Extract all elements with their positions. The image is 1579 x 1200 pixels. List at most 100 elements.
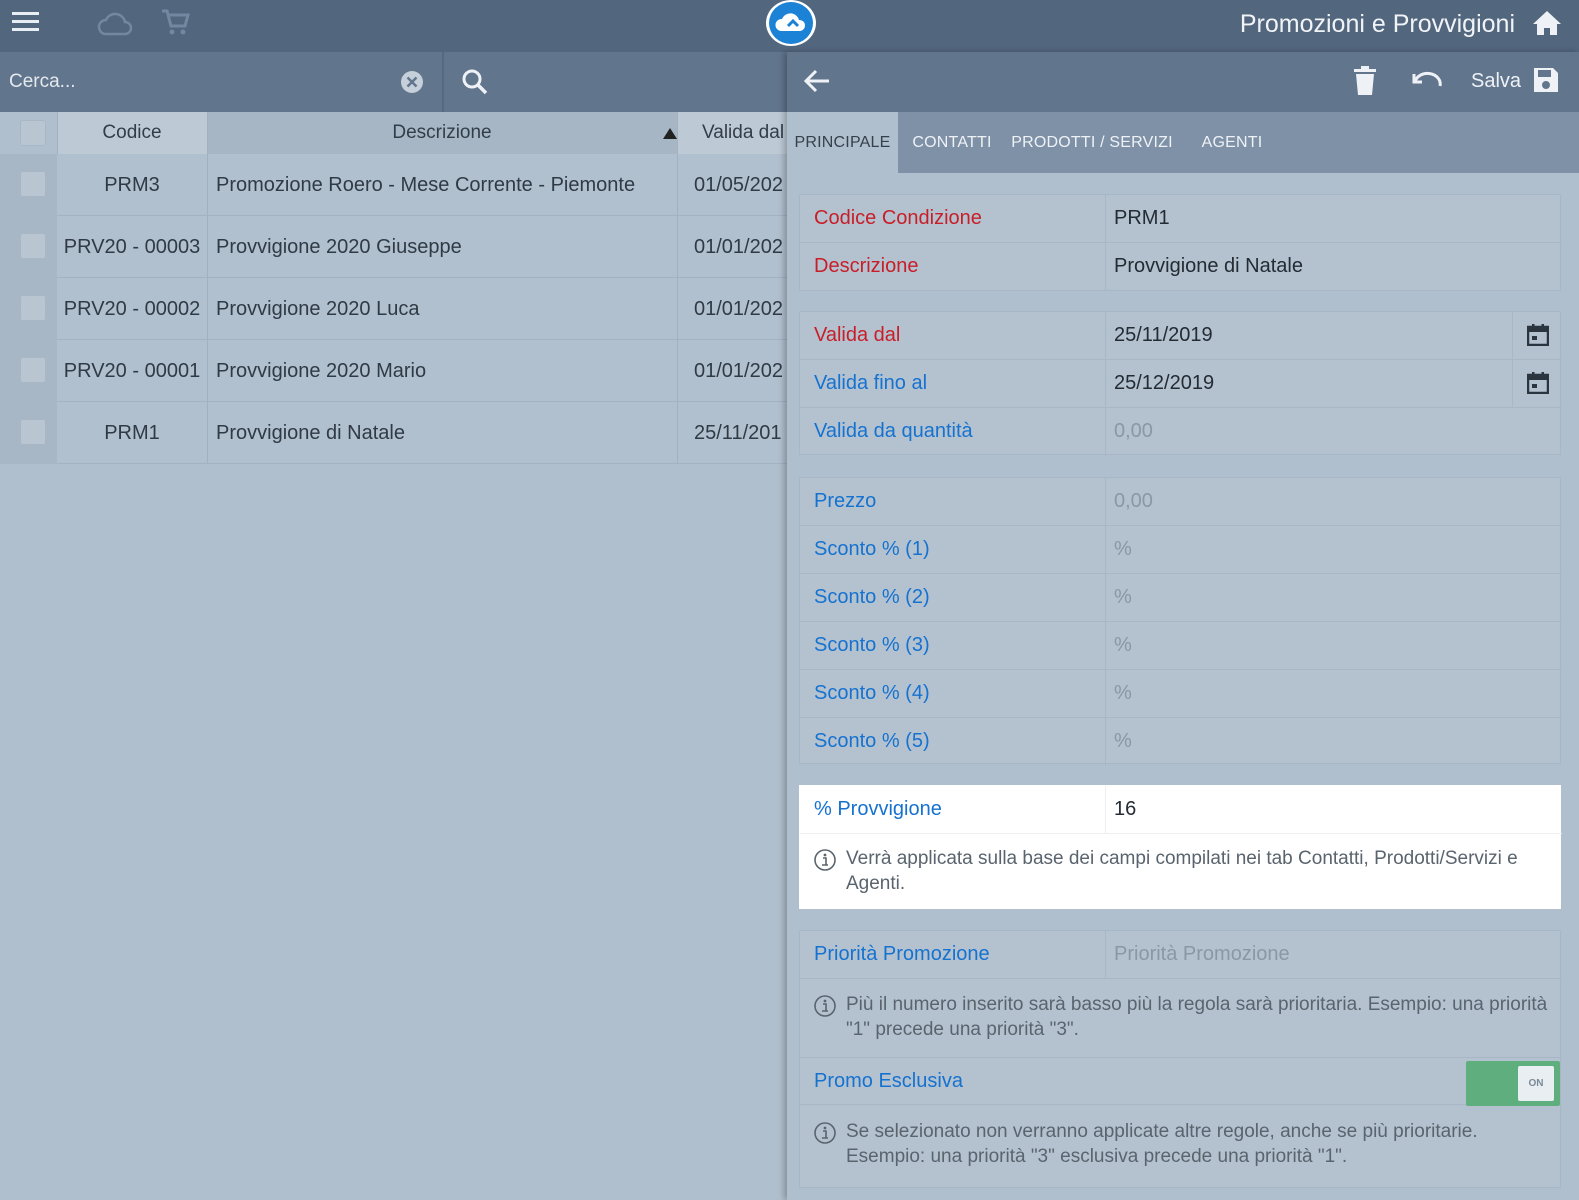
row-checkbox[interactable] <box>20 233 46 259</box>
field-valida-dal[interactable]: Valida dal 25/11/2019 <box>800 312 1562 360</box>
field-priorita-promozione[interactable]: Priorità Promozione Priorità Promozione <box>800 931 1562 979</box>
tab-principale[interactable]: PRINCIPALE <box>787 112 898 173</box>
row-checkbox[interactable] <box>20 419 46 445</box>
undo-icon[interactable] <box>1411 70 1443 97</box>
field-sconto-2[interactable]: Sconto % (2) % <box>800 574 1562 622</box>
row-checkbox[interactable] <box>20 171 46 197</box>
promo-esclusiva-toggle[interactable]: ON <box>1466 1061 1560 1106</box>
field-placeholder[interactable]: % <box>1114 718 1132 764</box>
list-panel: Codice Descrizione Valida dal PRM3 Promo… <box>0 52 791 1200</box>
tab-contatti[interactable]: CONTATTI <box>898 112 1006 173</box>
back-arrow-icon[interactable] <box>803 68 831 99</box>
row-description: Provvigione 2020 Luca <box>216 298 420 320</box>
menu-icon[interactable] <box>12 10 39 39</box>
row-checkbox[interactable] <box>20 357 46 383</box>
cart-icon[interactable] <box>160 8 190 41</box>
row-valid-from: 25/11/201 <box>694 422 782 444</box>
field-sconto-4[interactable]: Sconto % (4) % <box>800 670 1562 718</box>
search-bar <box>0 52 791 112</box>
trash-icon[interactable] <box>1353 66 1377 101</box>
field-sconto-5[interactable]: Sconto % (5) % <box>800 718 1562 766</box>
calendar-icon[interactable] <box>1512 312 1562 359</box>
row-valid-from: 01/05/202 <box>694 174 783 196</box>
table-row[interactable]: PRV20 - 00002 Provvigione 2020 Luca 01/0… <box>0 278 791 340</box>
field-placeholder[interactable]: 0,00 <box>1114 408 1153 454</box>
field-value[interactable]: 16 <box>1114 786 1136 832</box>
field-value[interactable]: 25/12/2019 <box>1114 360 1214 406</box>
info-icon <box>814 995 836 1024</box>
table-header: Codice Descrizione Valida dal <box>0 112 791 154</box>
search-divider <box>442 52 444 112</box>
row-valid-from: 01/01/202 <box>694 298 783 320</box>
detail-panel: Salva PRINCIPALE CONTATTI PRODOTTI / SER… <box>787 52 1579 1200</box>
info-icon <box>814 849 836 878</box>
field-label: Valida dal <box>814 324 901 346</box>
field-hint: Più il numero inserito sarà basso più la… <box>814 992 1554 1042</box>
row-valid-from: 01/01/202 <box>694 236 783 258</box>
row-description: Provvigione 2020 Giuseppe <box>216 236 462 258</box>
field-placeholder[interactable]: % <box>1114 574 1132 620</box>
field-valida-da-quantita[interactable]: Valida da quantità 0,00 <box>800 408 1562 456</box>
field-placeholder[interactable]: 0,00 <box>1114 478 1153 524</box>
row-description: Provvigione di Natale <box>216 422 405 444</box>
row-code: PRV20 - 00003 <box>63 236 201 258</box>
select-all-checkbox[interactable] <box>20 120 46 146</box>
row-description: Provvigione 2020 Mario <box>216 360 427 382</box>
tab-prodotti-servizi[interactable]: PRODOTTI / SERVIZI <box>1006 112 1178 173</box>
table-row[interactable]: PRV20 - 00001 Provvigione 2020 Mario 01/… <box>0 340 791 402</box>
header-valid-from[interactable]: Valida dal <box>678 112 791 154</box>
field-sconto-1[interactable]: Sconto % (1) % <box>800 526 1562 574</box>
header-description[interactable]: Descrizione <box>207 112 677 154</box>
group-identity: Codice Condizione PRM1 Descrizione Provv… <box>799 194 1562 291</box>
field-value[interactable]: PRM1 <box>1114 195 1170 241</box>
tab-agenti[interactable]: AGENTI <box>1178 112 1286 173</box>
field-label: Sconto % (5) <box>814 730 930 752</box>
field-codice-condizione[interactable]: Codice Condizione PRM1 <box>800 195 1562 243</box>
detail-tabs: PRINCIPALE CONTATTI PRODOTTI / SERVIZI A… <box>787 112 1579 173</box>
select-all-cell <box>0 112 57 154</box>
field-label: Sconto % (3) <box>814 634 930 656</box>
field-hint: Se selezionato non verranno applicate al… <box>814 1119 1554 1169</box>
table-row[interactable]: PRM1 Provvigione di Natale 25/11/201 <box>0 402 791 464</box>
table-row[interactable]: PRM3 Promozione Roero - Mese Corrente - … <box>0 154 791 216</box>
app-title: Promozioni e Provvigioni <box>1239 10 1515 38</box>
calendar-icon[interactable] <box>1512 360 1562 407</box>
field-sconto-3[interactable]: Sconto % (3) % <box>800 622 1562 670</box>
cloud-icon[interactable] <box>97 10 133 41</box>
field-placeholder[interactable]: % <box>1114 526 1132 572</box>
table-row[interactable]: PRV20 - 00003 Provvigione 2020 Giuseppe … <box>0 216 791 278</box>
save-icon[interactable] <box>1532 66 1560 99</box>
field-prezzo[interactable]: Prezzo 0,00 <box>800 478 1562 526</box>
field-placeholder[interactable]: % <box>1114 622 1132 668</box>
row-checkbox[interactable] <box>20 295 46 321</box>
group-validity: Valida dal 25/11/2019 Valida fino al 25/… <box>799 311 1562 456</box>
clear-icon[interactable] <box>400 70 424 94</box>
field-label: Sconto % (4) <box>814 682 930 704</box>
field-label: Sconto % (1) <box>814 538 930 560</box>
field-label: Sconto % (2) <box>814 586 930 608</box>
field-label: Codice Condizione <box>814 207 982 229</box>
field-label: % Provvigione <box>814 798 942 820</box>
field-value[interactable]: 25/11/2019 <box>1114 312 1213 358</box>
group-priority: Priorità Promozione Priorità Promozione … <box>799 930 1562 1188</box>
field-placeholder[interactable]: Priorità Promozione <box>1114 931 1290 977</box>
header-code[interactable]: Codice <box>57 112 207 154</box>
field-placeholder[interactable]: % <box>1114 670 1132 716</box>
field-promo-esclusiva[interactable]: Promo Esclusiva ON <box>800 1057 1562 1106</box>
field-label: Descrizione <box>814 255 919 277</box>
search-icon[interactable] <box>460 67 490 97</box>
toggle-knob: ON <box>1518 1066 1554 1101</box>
field-valida-fino-al[interactable]: Valida fino al 25/12/2019 <box>800 360 1562 408</box>
field-descrizione[interactable]: Descrizione Provvigione di Natale <box>800 243 1562 291</box>
row-code: PRM3 <box>104 174 160 196</box>
home-icon[interactable] <box>1532 9 1562 42</box>
save-button[interactable]: Salva <box>1471 70 1521 93</box>
field-value[interactable]: Provvigione di Natale <box>1114 243 1303 289</box>
detail-toolbar: Salva <box>787 52 1579 112</box>
field-label: Prezzo <box>814 490 877 512</box>
search-input[interactable] <box>0 52 442 112</box>
field-label: Priorità Promozione <box>814 943 990 965</box>
row-valid-from: 01/01/202 <box>694 360 783 382</box>
field-provvigione[interactable]: % Provvigione 16 <box>800 786 1562 834</box>
row-code: PRM1 <box>104 422 160 444</box>
